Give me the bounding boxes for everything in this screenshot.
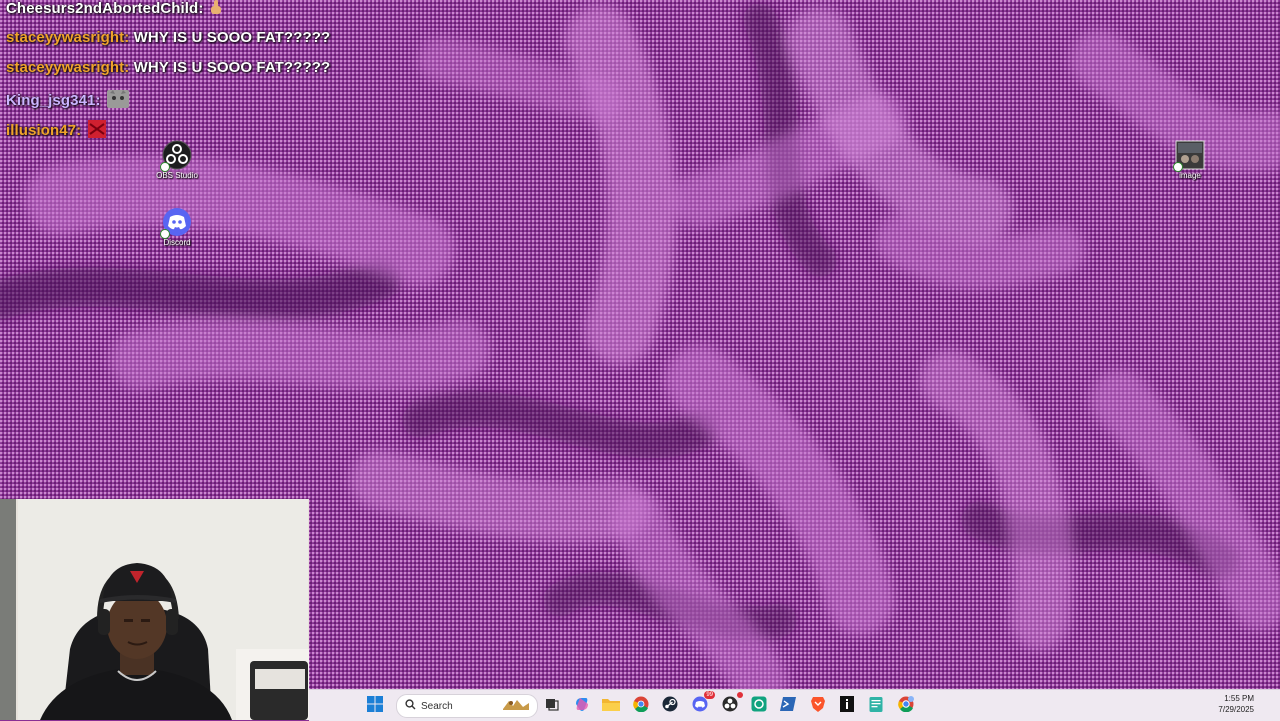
webcam-overlay (0, 499, 309, 720)
discord-icon (160, 207, 192, 239)
powershell-button[interactable] (777, 695, 799, 717)
chrome-icon (633, 696, 649, 717)
chat-message: Cheesurs2ndAbortedChild: (6, 0, 222, 18)
desktop-shortcut-discord[interactable]: Discord (151, 207, 203, 247)
sync-status-icon (160, 229, 170, 239)
sync-status-icon (1173, 162, 1183, 172)
clock-time: 1:55 PM (1224, 694, 1254, 703)
chrome-profile-icon (898, 695, 914, 717)
copilot-icon (574, 696, 590, 717)
chatgpt-icon (751, 696, 767, 717)
file-explorer-button[interactable] (600, 695, 622, 717)
cat-emote (106, 90, 129, 112)
info-app-button[interactable] (836, 695, 858, 717)
steam-button[interactable] (659, 695, 681, 717)
info-app-icon (840, 695, 854, 717)
steam-icon (662, 696, 678, 717)
chat-message: King_jsg341: (6, 90, 129, 112)
chat-text: WHY IS U SOOO FAT????? (133, 59, 331, 76)
file-explorer-icon (602, 697, 620, 716)
red-emote (87, 120, 106, 142)
obs-taskbar-button[interactable] (719, 692, 743, 717)
desktop-shortcut-obs[interactable]: OBS Studio (151, 140, 203, 180)
taskbar-search-box[interactable]: Search (396, 694, 538, 718)
chrome-profile-button[interactable] (895, 695, 917, 717)
desktop-shortcut-label: Discord (163, 238, 191, 247)
task-view-icon (545, 697, 559, 716)
chat-message: illusion47: (6, 120, 106, 142)
obs-icon (722, 696, 738, 717)
desktop-file-image[interactable]: image (1164, 140, 1216, 180)
recording-indicator-icon (737, 692, 743, 698)
desktop-shortcut-label: OBS Studio (156, 171, 198, 180)
discord-taskbar-button[interactable]: 99 (689, 691, 715, 717)
streamer-webcam-feed (0, 499, 309, 720)
chat-username: staceyywasright: (6, 29, 130, 46)
chat-message: staceyywasright: WHY IS U SOOO FAT????? (6, 59, 330, 76)
chat-username: staceyywasright: (6, 59, 130, 76)
chrome-button[interactable] (630, 695, 652, 717)
windows-start-icon (367, 695, 383, 717)
chat-message: staceyywasright: WHY IS U SOOO FAT????? (6, 29, 330, 46)
notification-badge: 99 (704, 691, 715, 699)
notepad-button[interactable] (865, 695, 887, 717)
chatgpt-button[interactable] (748, 695, 770, 717)
search-icon (405, 697, 416, 715)
obs-icon (160, 140, 192, 172)
chat-username: illusion47: (6, 121, 82, 139)
chat-text: WHY IS U SOOO FAT????? (133, 29, 331, 46)
brave-icon (811, 696, 825, 717)
copilot-button[interactable] (571, 695, 593, 717)
windows-taskbar: Search 99 1:55 PM 7/29/2025 (309, 689, 1280, 721)
sync-status-icon (160, 162, 170, 172)
desktop-file-label: image (1179, 171, 1201, 180)
widget-gallery-icon (501, 697, 531, 716)
notepad-icon (869, 696, 883, 717)
image-thumbnail-icon (1173, 140, 1205, 172)
task-view-button[interactable] (541, 695, 563, 717)
system-clock[interactable]: 1:55 PM 7/29/2025 (1218, 693, 1254, 715)
chat-username: Cheesurs2ndAbortedChild: (6, 0, 204, 17)
finger-emote (210, 0, 222, 18)
brave-button[interactable] (807, 695, 829, 717)
powershell-icon (780, 696, 796, 716)
chat-username: King_jsg341: (6, 91, 101, 109)
search-placeholder: Search (421, 700, 453, 712)
clock-date: 7/29/2025 (1218, 705, 1254, 714)
start-button[interactable] (364, 695, 386, 717)
